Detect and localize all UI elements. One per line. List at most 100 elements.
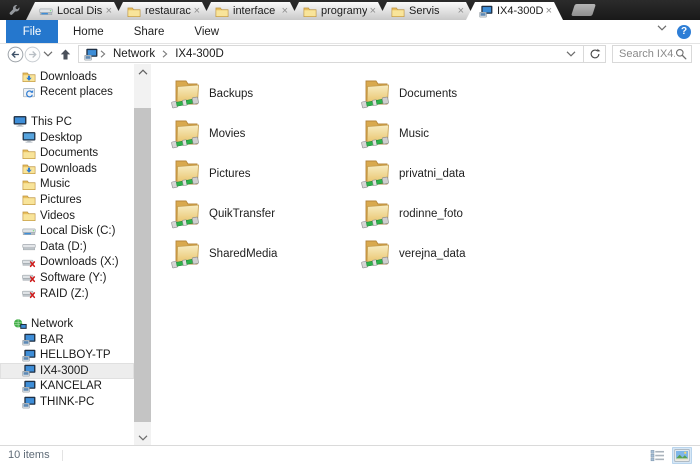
explorer-window: Local Disk (C:)×restaurace u St×interfac… <box>0 0 700 464</box>
drive-icon <box>22 240 36 253</box>
sidebar-scrollbar[interactable] <box>134 64 151 445</box>
details-view-icon <box>650 449 665 462</box>
sidebar-item-data-d-[interactable]: Data (D:) <box>0 239 134 255</box>
tab-tools-button[interactable] <box>4 1 26 19</box>
folder-icon <box>22 193 36 206</box>
sidebar-item-software-y-[interactable]: Software (Y:) <box>0 270 134 286</box>
folder-name: Pictures <box>209 168 251 180</box>
window-body: Downloads Recent places This PC Desktop Docu… <box>0 64 700 445</box>
folder-sharedmedia[interactable]: SharedMedia <box>170 234 360 274</box>
tab-restaurace-u-st[interactable]: restaurace u St× <box>114 2 211 20</box>
ribbon-tab-view[interactable]: View <box>179 20 234 43</box>
tab-close-icon[interactable]: × <box>282 6 288 16</box>
sidebar-item-network[interactable]: Network <box>0 316 134 332</box>
sidebar-item-recent-places[interactable]: Recent places <box>0 85 134 101</box>
forward-button[interactable] <box>24 46 41 63</box>
breadcrumb-network[interactable]: Network <box>108 48 160 60</box>
ribbon-tab-share[interactable]: Share <box>119 20 180 43</box>
address-dropdown-button[interactable] <box>561 51 581 57</box>
sidebar-item-raid-z-[interactable]: RAID (Z:) <box>0 286 134 302</box>
ribbon-tab-home[interactable]: Home <box>58 20 119 43</box>
thumbnails-view-button[interactable] <box>672 446 692 464</box>
folder-name: verejna_data <box>399 248 466 260</box>
shared-folder-icon <box>170 118 204 151</box>
tab-label: interface <box>233 5 276 17</box>
tab-close-icon[interactable]: × <box>546 6 552 16</box>
tab-programy[interactable]: programy × <box>290 2 387 20</box>
sidebar-item-documents[interactable]: Documents <box>0 145 134 161</box>
folder-music[interactable]: Music <box>360 114 550 154</box>
details-view-button[interactable] <box>647 447 667 464</box>
tab-bar: Local Disk (C:)×restaurace u St×interfac… <box>0 0 700 20</box>
tab-label: programy <box>321 5 367 17</box>
folder-backups[interactable]: Backups <box>170 74 360 114</box>
shared-folder-icon <box>170 158 204 191</box>
sidebar-item-label: Downloads (X:) <box>40 256 119 269</box>
up-button[interactable] <box>59 48 72 61</box>
sidebar-item-this-pc[interactable]: This PC <box>0 114 134 130</box>
tab-strip: Local Disk (C:)×restaurace u St×interfac… <box>26 0 563 20</box>
sidebar-item-downloads[interactable]: Downloads <box>0 161 134 177</box>
folder-privatni-data[interactable]: privatni_data <box>360 154 550 194</box>
tab-local-disk-c-[interactable]: Local Disk (C:)× <box>26 2 123 20</box>
this-pc-icon <box>13 115 27 128</box>
ribbon-right-controls: ? <box>657 20 700 43</box>
folder-verejna-data[interactable]: verejna_data <box>360 234 550 274</box>
shared-folder-icon <box>360 158 394 191</box>
new-tab-button[interactable] <box>571 4 596 16</box>
folder-quiktransfer[interactable]: QuikTransfer <box>170 194 360 234</box>
sidebar-item-downloads[interactable]: Downloads <box>0 69 134 85</box>
folder-name: QuikTransfer <box>209 208 276 220</box>
tab-close-icon[interactable]: × <box>106 6 112 16</box>
sidebar-item-pictures[interactable]: Pictures <box>0 192 134 208</box>
sidebar-item-videos[interactable]: Videos <box>0 208 134 224</box>
sidebar-item-hellboy-tp[interactable]: HELLBOY-TP <box>0 348 134 364</box>
sidebar-item-label: Local Disk (C:) <box>40 225 116 238</box>
tab-close-icon[interactable]: × <box>194 6 200 16</box>
sidebar-item-desktop[interactable]: Desktop <box>0 130 134 146</box>
sidebar-item-kancelar[interactable]: KANCELAR <box>0 379 134 395</box>
scrollbar-thumb[interactable] <box>134 108 151 422</box>
thumbnails-view-icon <box>674 448 690 462</box>
tab-interface[interactable]: interface × <box>202 2 299 20</box>
folder-name: SharedMedia <box>209 248 278 260</box>
navigation-pane: Downloads Recent places This PC Desktop Docu… <box>0 64 134 445</box>
sidebar-item-label: Desktop <box>40 131 83 144</box>
network-pc-icon <box>22 364 36 377</box>
sidebar-item-local-disk-c-[interactable]: Local Disk (C:) <box>0 223 134 239</box>
tab-servis[interactable]: Servis × <box>378 2 475 20</box>
sidebar-item-label: Pictures <box>40 193 82 206</box>
tab-ix4-300d[interactable]: IX4-300D × <box>466 2 563 20</box>
sidebar-item-ix4-300d[interactable]: IX4-300D <box>0 363 134 379</box>
folder-movies[interactable]: Movies <box>170 114 360 154</box>
breadcrumb-ix4-300d[interactable]: IX4-300D <box>170 48 229 60</box>
folder-icon <box>22 209 36 222</box>
search-icon <box>675 48 687 60</box>
back-button[interactable] <box>7 46 24 63</box>
search-box[interactable]: Search IX4... <box>612 45 692 63</box>
shared-folder-icon <box>170 238 204 271</box>
sidebar-item-think-pc[interactable]: THINK-PC <box>0 394 134 410</box>
address-bar[interactable]: Network IX4-300D <box>78 45 584 63</box>
folder-rodinne-foto[interactable]: rodinne_foto <box>360 194 550 234</box>
folder-pictures[interactable]: Pictures <box>170 154 360 194</box>
shared-folder-icon <box>360 198 394 231</box>
network-pc-icon <box>22 349 36 362</box>
file-menu-button[interactable]: File <box>6 20 58 43</box>
scrollbar-down-icon[interactable] <box>134 430 151 445</box>
help-icon[interactable]: ? <box>677 24 691 39</box>
sidebar-item-label: THINK-PC <box>40 396 95 409</box>
folder-documents[interactable]: Documents <box>360 74 550 114</box>
sidebar-item-label: Data (D:) <box>40 240 87 253</box>
sidebar-item-bar[interactable]: BAR <box>0 332 134 348</box>
downloads-folder-icon <box>22 162 36 175</box>
tab-close-icon[interactable]: × <box>370 6 376 16</box>
expand-ribbon-button[interactable] <box>657 25 668 38</box>
history-dropdown-button[interactable] <box>43 51 53 57</box>
sidebar-item-downloads-x-[interactable]: Downloads (X:) <box>0 255 134 271</box>
scrollbar-up-icon[interactable] <box>134 64 151 79</box>
sidebar-item-label: KANCELAR <box>40 380 102 393</box>
sidebar-item-music[interactable]: Music <box>0 177 134 193</box>
tab-close-icon[interactable]: × <box>458 6 464 16</box>
refresh-button[interactable] <box>584 45 606 63</box>
